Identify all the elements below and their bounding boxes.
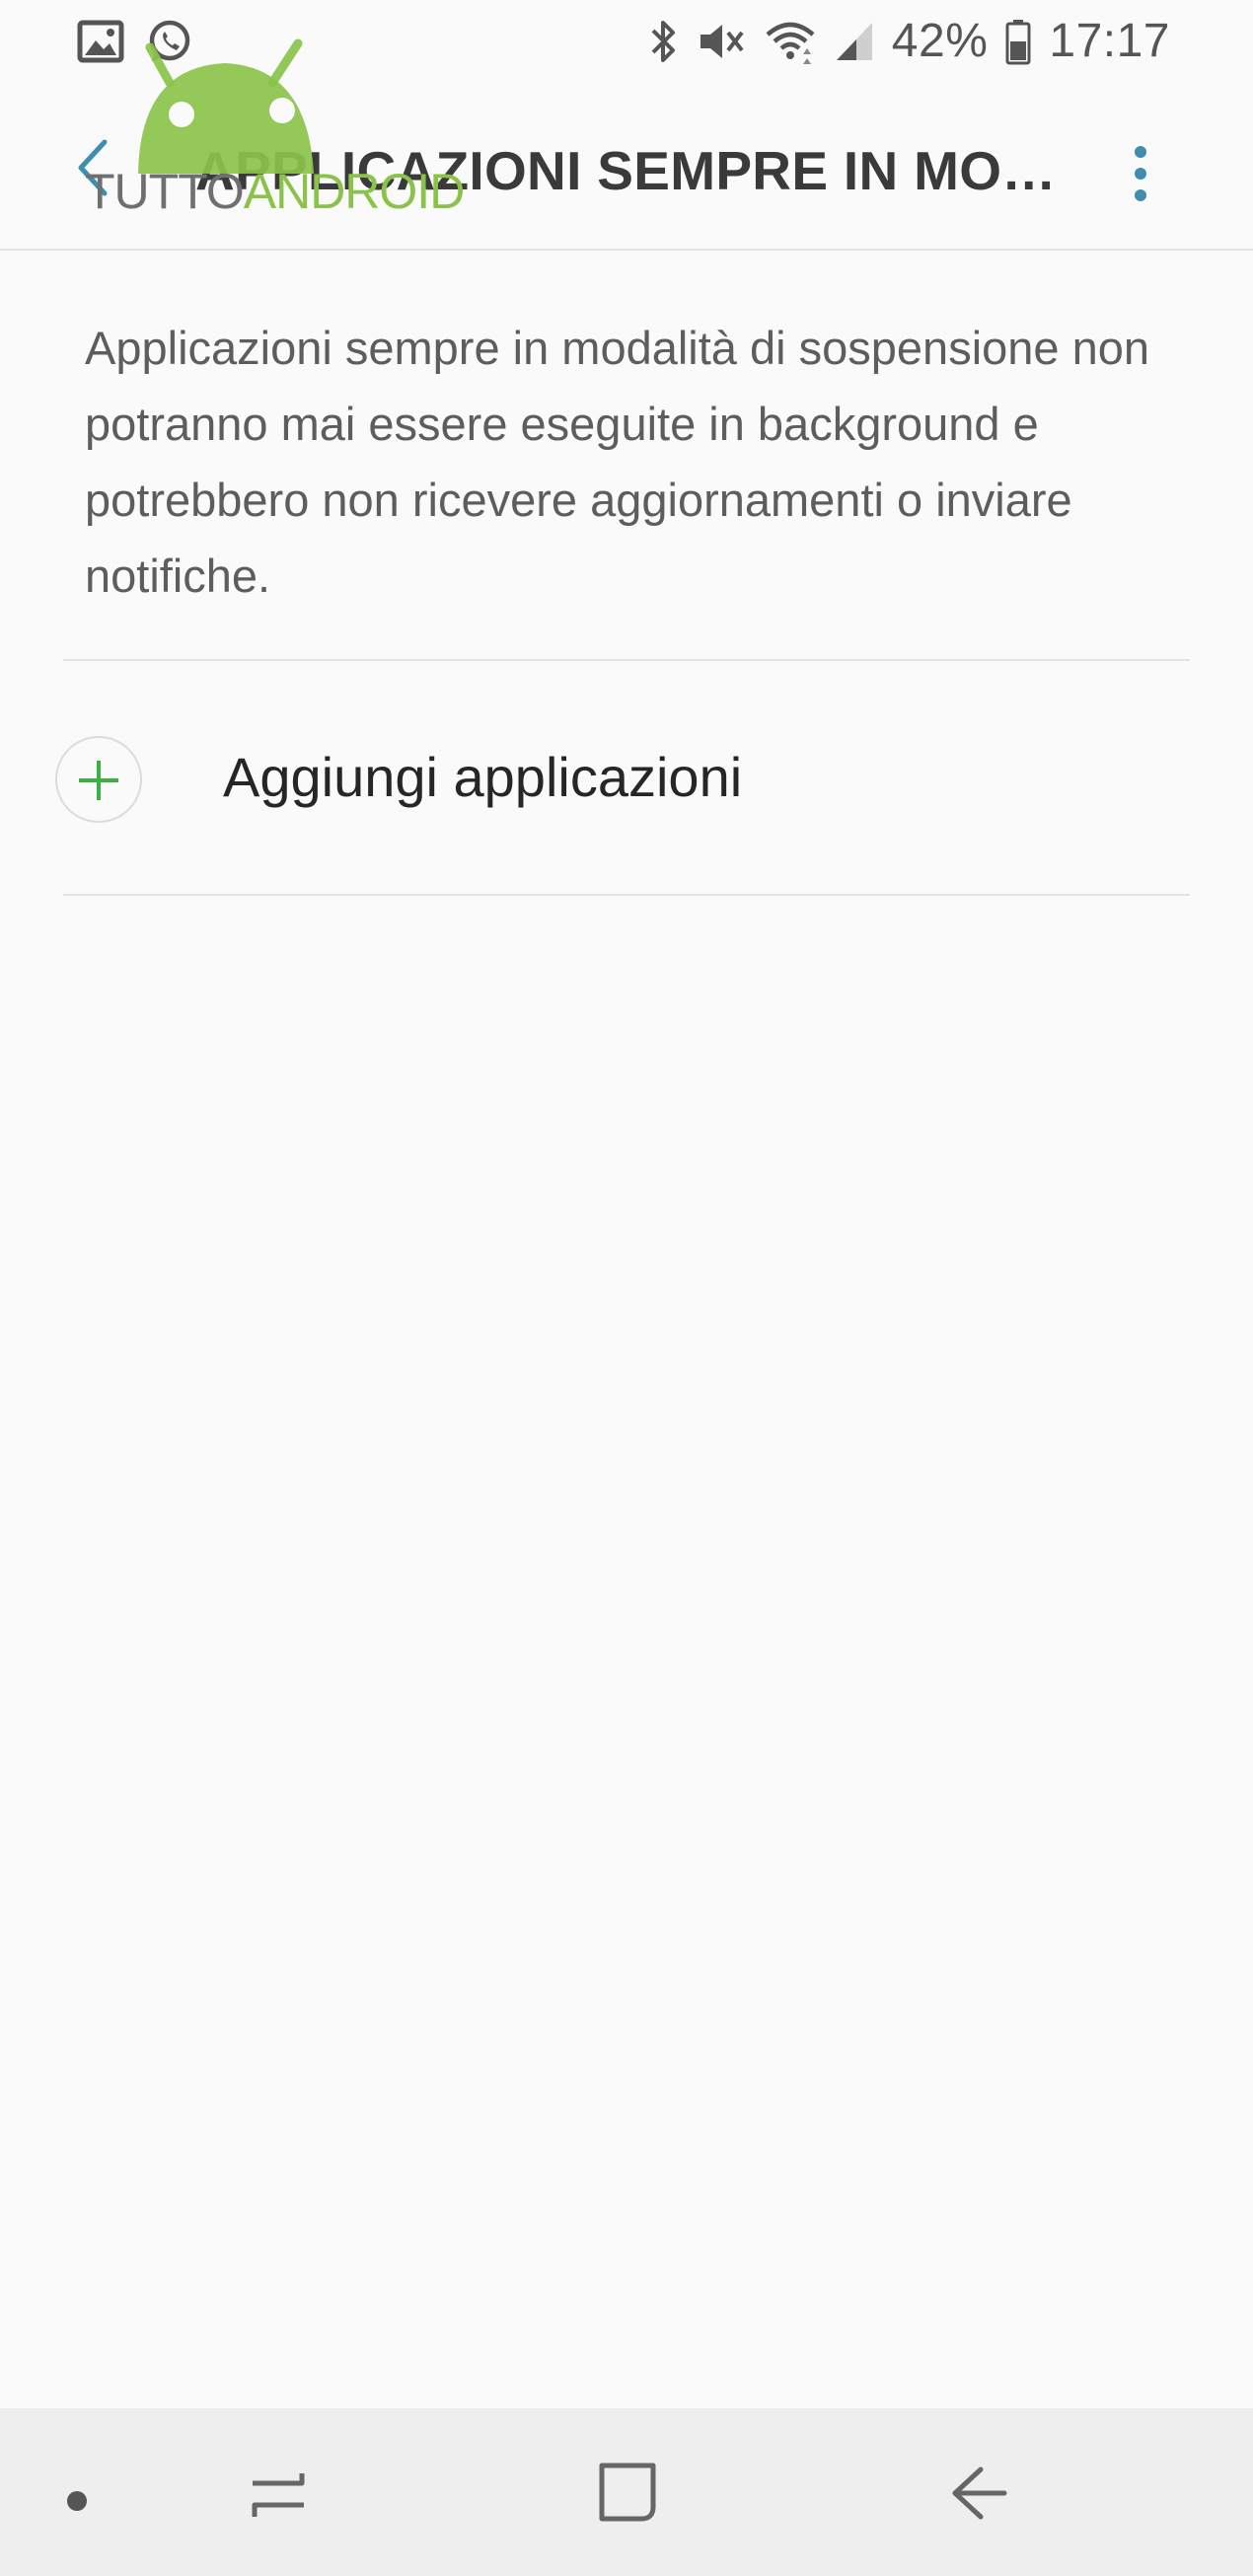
- battery-icon: [1005, 18, 1031, 65]
- home-icon: [596, 2463, 659, 2529]
- wifi-icon: [764, 19, 817, 64]
- more-vert-icon: [1121, 146, 1160, 215]
- clock: 17:17: [1049, 15, 1170, 67]
- battery-percent: 42%: [891, 15, 989, 67]
- recent-apps-icon: [245, 2473, 312, 2527]
- app-bar: APPLICAZIONI SEMPRE IN MODALITÀ DI SOSPE…: [0, 85, 1253, 251]
- page-title: APPLICAZIONI SEMPRE IN MODALITÀ DI SOSPE…: [195, 140, 1093, 201]
- divider: [63, 659, 1190, 661]
- back-nav-button[interactable]: [947, 2464, 1008, 2523]
- system-status: 42% 17:17: [649, 14, 1170, 68]
- status-bar: 42% 17:17: [0, 0, 1253, 85]
- home-button[interactable]: [596, 2460, 659, 2525]
- more-options-button[interactable]: [1121, 136, 1160, 211]
- cellular-signal-icon: [835, 19, 874, 64]
- add-circle-icon: [55, 736, 142, 823]
- add-applications-button[interactable]: Aggiungi applicazioni: [0, 663, 1253, 892]
- back-arrow-icon: [947, 2466, 1008, 2527]
- whatsapp-notification-icon: [146, 18, 193, 65]
- image-notification-icon: [77, 20, 124, 63]
- divider: [63, 894, 1190, 896]
- navigation-bar: [0, 2408, 1253, 2576]
- dot-indicator[interactable]: [67, 2491, 87, 2511]
- add-applications-label: Aggiungi applicazioni: [223, 746, 743, 808]
- recent-apps-button[interactable]: [245, 2466, 312, 2523]
- bluetooth-icon: [649, 17, 679, 66]
- notification-icons: [77, 18, 193, 65]
- description-text: Applicazioni sempre in modalità di sospe…: [85, 322, 1150, 602]
- back-button[interactable]: [69, 130, 128, 205]
- chevron-left-icon: [69, 139, 128, 209]
- vibrate-mute-icon: [697, 19, 746, 64]
